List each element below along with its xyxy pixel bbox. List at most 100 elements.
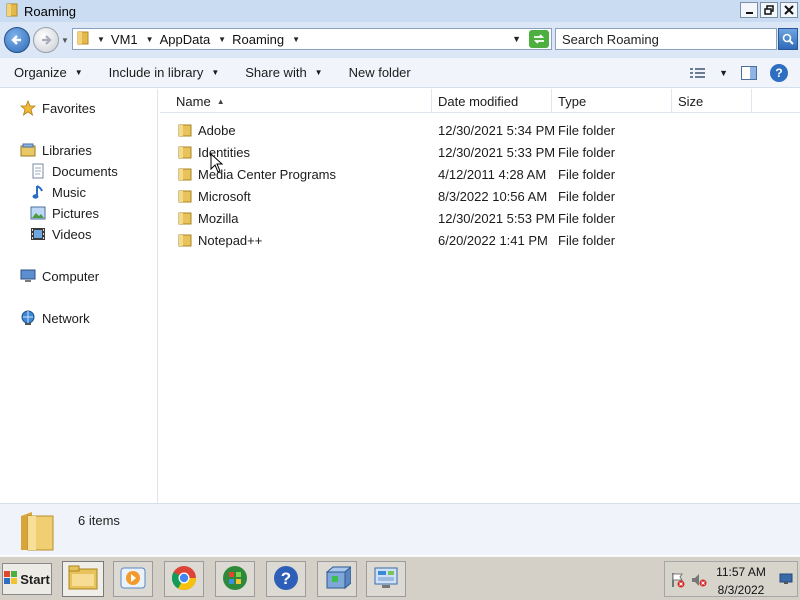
file-name: Notepad++ <box>198 232 263 248</box>
address-history-dropdown-icon[interactable]: ▼ <box>512 34 521 44</box>
file-date: 4/12/2011 4:28 AM <box>438 166 547 182</box>
folder-icon <box>178 167 192 184</box>
start-label: Start <box>20 571 50 587</box>
new-folder-button[interactable]: New folder <box>349 65 411 80</box>
breadcrumb-roaming[interactable]: Roaming <box>232 32 284 47</box>
file-name: Microsoft <box>198 188 251 204</box>
nav-videos-label: Videos <box>52 226 92 242</box>
sort-ascending-icon: ▲ <box>216 96 225 106</box>
breadcrumb-arrow-icon[interactable]: ▼ <box>218 35 226 44</box>
windows-logo-icon <box>4 570 18 588</box>
svg-text:?: ? <box>281 569 291 588</box>
include-in-library-menu[interactable]: Include in library ▼ <box>109 65 220 80</box>
breadcrumb-vm1[interactable]: VM1 <box>111 32 138 47</box>
nav-videos[interactable]: Videos <box>30 226 92 242</box>
music-icon <box>30 184 46 200</box>
nav-computer[interactable]: Computer <box>20 268 99 284</box>
column-size[interactable]: Size <box>672 89 752 113</box>
breadcrumb-arrow-icon[interactable]: ▼ <box>292 35 300 44</box>
file-name: Identities <box>198 144 251 160</box>
volume-muted-icon[interactable] <box>691 572 707 591</box>
action-center-flag-icon[interactable] <box>671 572 685 591</box>
file-row[interactable]: Adobe 12/30/2021 5:34 PM File folder <box>160 119 800 141</box>
nav-favorites-label: Favorites <box>42 100 96 116</box>
system-tray: 11:57 AM 8/3/2022 <box>664 561 798 597</box>
column-date-label: Date modified <box>438 93 519 109</box>
system-clock[interactable]: 11:57 AM 8/3/2022 <box>709 565 773 598</box>
nav-network[interactable]: Network <box>20 310 90 326</box>
file-type: File folder <box>558 210 616 226</box>
folder-icon <box>18 510 56 555</box>
share-with-menu[interactable]: Share with ▼ <box>245 65 322 80</box>
change-view-icon[interactable] <box>689 65 707 81</box>
breadcrumb-arrow-icon[interactable]: ▼ <box>146 35 154 44</box>
file-date: 12/30/2021 5:33 PM <box>438 144 556 160</box>
folder-icon <box>178 211 192 228</box>
pictures-icon <box>30 205 46 221</box>
file-row[interactable]: Media Center Programs 4/12/2011 4:28 AM … <box>160 163 800 185</box>
recent-pages-dropdown-icon[interactable]: ▼ <box>61 36 69 45</box>
back-button[interactable] <box>4 27 30 53</box>
file-row[interactable]: Microsoft 8/3/2022 10:56 AM File folder <box>160 185 800 207</box>
search-placeholder: Search Roaming <box>562 31 659 47</box>
explorer-taskbar-button[interactable] <box>62 561 104 597</box>
package-taskbar-button[interactable] <box>317 561 357 597</box>
start-button[interactable]: Start <box>2 563 52 595</box>
search-icon[interactable] <box>778 28 798 50</box>
file-type: File folder <box>558 188 616 204</box>
mouse-cursor-icon <box>210 152 224 176</box>
nav-libraries-label: Libraries <box>42 142 92 158</box>
file-type: File folder <box>558 232 616 248</box>
control-panel-taskbar-button[interactable] <box>366 561 406 597</box>
nav-libraries[interactable]: Libraries <box>20 142 92 158</box>
file-row[interactable]: Mozilla 12/30/2021 5:53 PM File folder <box>160 207 800 229</box>
taskbar: Start ? 11:57 AM 8/3/2022 <box>0 556 800 600</box>
nav-music[interactable]: Music <box>30 184 86 200</box>
file-date: 8/3/2022 10:56 AM <box>438 188 548 204</box>
file-row[interactable]: Identities 12/30/2021 5:33 PM File folde… <box>160 141 800 163</box>
file-row[interactable]: Notepad++ 6/20/2022 1:41 PM File folder <box>160 229 800 251</box>
organize-menu[interactable]: Organize ▼ <box>14 65 83 80</box>
minimize-button[interactable] <box>740 2 758 18</box>
file-type: File folder <box>558 144 616 160</box>
documents-icon <box>30 163 46 179</box>
star-icon <box>20 100 36 116</box>
title-bar: Roaming <box>0 0 800 22</box>
organize-label: Organize <box>14 65 67 80</box>
windows-orb-icon <box>221 564 249 595</box>
column-type[interactable]: Type <box>552 89 672 113</box>
windows-update-taskbar-button[interactable] <box>215 561 255 597</box>
search-input[interactable]: Search Roaming <box>555 28 777 50</box>
help-taskbar-button[interactable]: ? <box>266 561 306 597</box>
nav-pictures[interactable]: Pictures <box>30 205 99 221</box>
chrome-icon <box>170 564 198 595</box>
chrome-taskbar-button[interactable] <box>164 561 204 597</box>
videos-icon <box>30 226 46 242</box>
navigation-pane: Favorites Libraries Documents Music Pict… <box>0 89 158 503</box>
maximize-button[interactable] <box>760 2 778 18</box>
nav-favorites[interactable]: Favorites <box>20 100 95 116</box>
folder-icon <box>77 31 89 48</box>
forward-button[interactable] <box>33 27 59 53</box>
show-desktop-icon[interactable] <box>779 572 793 589</box>
media-player-taskbar-button[interactable] <box>113 561 153 597</box>
preview-pane-icon[interactable] <box>740 65 758 81</box>
breadcrumb-arrow-icon[interactable]: ▼ <box>97 35 105 44</box>
close-button[interactable] <box>780 2 798 18</box>
view-options-chevron-icon[interactable]: ▼ <box>719 68 728 78</box>
column-date-modified[interactable]: Date modified <box>432 89 552 113</box>
folder-icon <box>6 3 18 20</box>
column-name[interactable]: Name ▲ <box>170 89 432 113</box>
computer-icon <box>20 268 36 284</box>
chevron-down-icon: ▼ <box>74 68 83 77</box>
details-pane: 6 items <box>0 503 800 555</box>
column-header-row: Name ▲ Date modified Type Size <box>160 89 800 113</box>
clock-date: 8/3/2022 <box>717 583 765 597</box>
nav-pictures-label: Pictures <box>52 205 99 221</box>
breadcrumb-appdata[interactable]: AppData <box>160 32 211 47</box>
address-bar[interactable]: ▼ VM1 ▼ AppData ▼ Roaming ▼ ▼ <box>72 28 552 50</box>
refresh-icon[interactable] <box>529 30 549 48</box>
help-icon[interactable]: ? <box>770 64 788 82</box>
explorer-icon <box>68 565 98 594</box>
nav-documents[interactable]: Documents <box>30 163 118 179</box>
